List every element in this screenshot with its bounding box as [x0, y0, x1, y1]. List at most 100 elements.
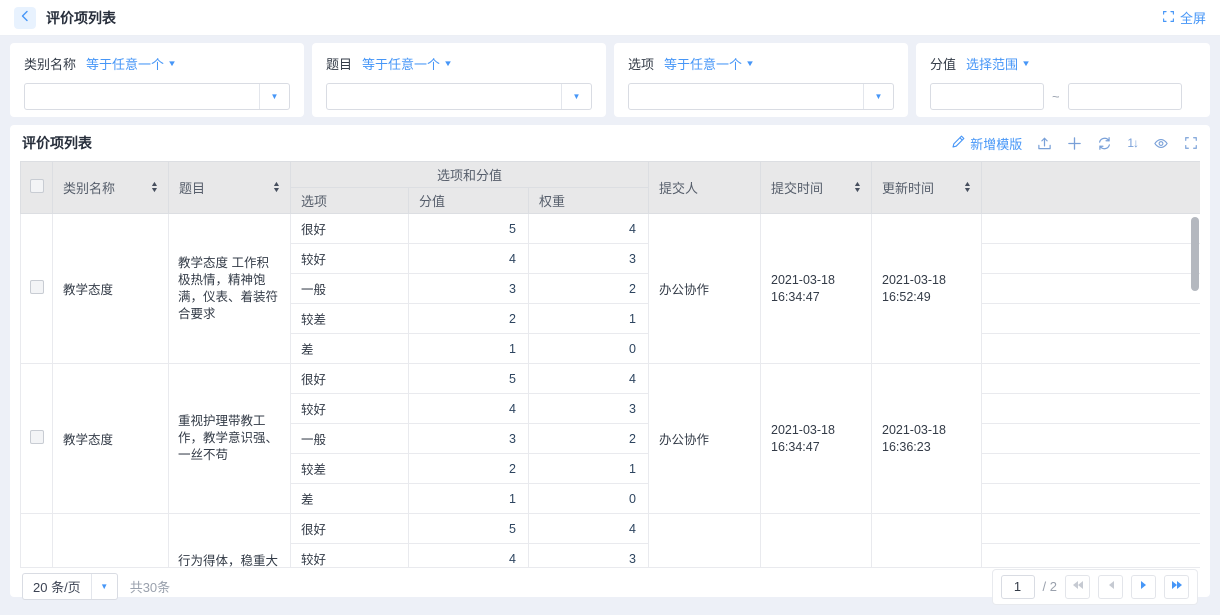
score-cell: 4	[409, 394, 529, 424]
filter-operator-title[interactable]: 等于任意一个▼	[362, 54, 452, 73]
submitter-cell	[649, 514, 761, 568]
refresh-icon	[1097, 136, 1112, 151]
score-cell: 3	[409, 424, 529, 454]
table-toolbar: 新增模版 1↓	[951, 134, 1198, 153]
option-cell: 很好	[291, 364, 409, 394]
row-checkbox[interactable]	[30, 280, 44, 294]
column-visibility-button[interactable]	[1153, 136, 1169, 151]
option-cell: 一般	[291, 424, 409, 454]
score-cell: 5	[409, 364, 529, 394]
export-button[interactable]	[1037, 136, 1052, 151]
empty-cell	[982, 364, 1201, 394]
submitter-cell: 办公协作	[649, 364, 761, 514]
header-category: 类别名称▲▼	[53, 162, 169, 214]
score-cell: 2	[409, 304, 529, 334]
score-cell: 5	[409, 514, 529, 544]
option-cell: 差	[291, 484, 409, 514]
row-select-cell	[21, 364, 53, 514]
row-select-cell	[21, 514, 53, 568]
chevron-right-icon	[1138, 579, 1150, 594]
header-submitter: 提交人	[649, 162, 761, 214]
sort-icon[interactable]: ▲▼	[151, 182, 158, 194]
filter-operator-category[interactable]: 等于任意一个▼	[86, 54, 176, 73]
page-title: 评价项列表	[46, 8, 116, 28]
refresh-button[interactable]	[1097, 136, 1112, 151]
option-cell: 较差	[291, 454, 409, 484]
next-page-button[interactable]	[1131, 575, 1156, 599]
top-bar: 评价项列表 全屏	[0, 0, 1220, 36]
weight-cell: 3	[529, 244, 649, 274]
pen-icon	[951, 134, 966, 152]
option-filter-select[interactable]: ▼	[628, 83, 894, 110]
chevron-down-icon: ▼	[167, 60, 177, 68]
row-select-cell	[21, 214, 53, 364]
header-option: 选项	[291, 188, 409, 214]
score-cell: 2	[409, 454, 529, 484]
pager-controls: / 2	[992, 569, 1198, 605]
page-size-select[interactable]: 20 条/页 ▼	[22, 573, 118, 600]
fullscreen-icon	[1184, 136, 1198, 150]
weight-cell: 3	[529, 544, 649, 568]
table-row: 教学态度 重视护理带教工作，教学意识强、一丝不苟 很好 5 4 办公协作 202…	[21, 364, 1201, 394]
filter-label-title: 题目	[326, 54, 352, 73]
table-container: 类别名称▲▼ 题目▲▼ 选项和分值 提交人 提交时间▲▼ 更新时间▲▼ 选项 分…	[20, 161, 1200, 567]
add-button[interactable]	[1067, 136, 1082, 151]
submitter-cell: 办公协作	[649, 214, 761, 364]
fullscreen-label: 全屏	[1180, 8, 1206, 27]
numeric-sort-button[interactable]: 1↓	[1127, 136, 1138, 150]
chevron-down-icon: ▼	[745, 60, 755, 68]
filter-operator-score[interactable]: 选择范围▼	[966, 54, 1030, 73]
filter-operator-option[interactable]: 等于任意一个▼	[664, 54, 754, 73]
chevron-left-icon	[1105, 579, 1117, 594]
score-cell: 1	[409, 334, 529, 364]
double-chevron-left-icon	[1072, 579, 1084, 594]
prev-page-button[interactable]	[1098, 575, 1123, 599]
weight-cell: 4	[529, 514, 649, 544]
weight-cell: 0	[529, 334, 649, 364]
vertical-scrollbar[interactable]	[1191, 217, 1199, 291]
category-filter-select[interactable]: ▼	[24, 83, 290, 110]
header-empty	[982, 162, 1201, 214]
plus-icon	[1067, 136, 1082, 151]
score-min-input[interactable]	[930, 83, 1044, 110]
row-checkbox[interactable]	[30, 430, 44, 444]
empty-cell	[982, 274, 1201, 304]
sort-icon[interactable]: ▲▼	[964, 182, 971, 194]
update-time-cell	[872, 514, 982, 568]
score-max-input[interactable]	[1068, 83, 1182, 110]
new-template-button[interactable]: 新增模版	[951, 134, 1022, 153]
submit-time-cell	[761, 514, 872, 568]
weight-cell: 3	[529, 394, 649, 424]
sort-icon[interactable]: ▲▼	[854, 182, 861, 194]
option-cell: 较差	[291, 304, 409, 334]
score-cell: 4	[409, 244, 529, 274]
table-row: 行为得体，稳重大 很好 5 4	[21, 514, 1201, 544]
empty-cell	[982, 394, 1201, 424]
title-cell: 行为得体，稳重大	[169, 514, 291, 568]
back-button[interactable]	[14, 7, 36, 29]
table-fullscreen-button[interactable]	[1184, 136, 1198, 150]
option-cell: 一般	[291, 274, 409, 304]
fullscreen-button[interactable]: 全屏	[1162, 8, 1206, 27]
list-panel: 评价项列表 新增模版 1↓	[10, 125, 1210, 597]
title-filter-select[interactable]: ▼	[326, 83, 592, 110]
select-all-header	[21, 162, 53, 214]
pagination-bar: 20 条/页 ▼ 共30条 / 2	[20, 567, 1200, 605]
new-template-label: 新增模版	[970, 134, 1022, 153]
weight-cell: 4	[529, 364, 649, 394]
page-number-input[interactable]	[1001, 575, 1035, 599]
numeric-sort-icon: 1↓	[1127, 136, 1138, 150]
last-page-button[interactable]	[1164, 575, 1189, 599]
panel-title: 评价项列表	[22, 133, 92, 153]
filter-label-score: 分值	[930, 54, 956, 73]
empty-cell	[982, 214, 1201, 244]
header-submit-time: 提交时间▲▼	[761, 162, 872, 214]
select-all-checkbox[interactable]	[30, 179, 44, 193]
sort-icon[interactable]: ▲▼	[273, 182, 280, 194]
fullscreen-icon	[1162, 10, 1175, 26]
first-page-button[interactable]	[1065, 575, 1090, 599]
empty-cell	[982, 424, 1201, 454]
empty-cell	[982, 334, 1201, 364]
category-cell: 教学态度	[53, 214, 169, 364]
chevron-down-icon: ▼	[443, 60, 453, 68]
